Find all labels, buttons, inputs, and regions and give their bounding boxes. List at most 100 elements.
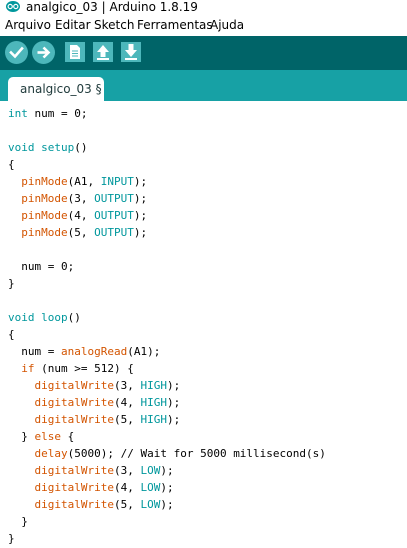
code-line: { [8,326,15,343]
code-token: HIGH [140,379,167,392]
checkmark-icon [9,46,24,59]
code-token: analogRead [60,345,128,358]
code-token: { [8,158,15,171]
code-line: int num = 0; [8,105,87,122]
code-token: (3, [113,464,141,477]
open-button[interactable] [93,42,113,62]
code-token: ); [166,379,181,392]
code-token: (num >= 512) { [34,362,134,375]
code-token: () [74,141,88,154]
code-line: digitalWrite(4, LOW); [8,479,174,496]
code-token: LOW [140,481,161,494]
code-token: (5, [113,413,141,426]
code-token: digitalWrite [34,379,114,392]
code-line: delay(5000); // Wait for 5000 millisecon… [8,445,326,462]
code-line: void setup() [8,139,88,156]
title-bar: analgico_03 | Arduino 1.8.19 [0,0,407,16]
new-button[interactable] [65,42,85,62]
code-token: (4, [113,396,141,409]
tab-label: analgico_03 § [20,82,102,96]
code-token: ); [133,226,148,239]
code-token: (5000); // Wait for 5000 millisecond(s) [67,447,326,460]
code-token: (5, [113,498,141,511]
arduino-logo-icon [6,1,20,12]
code-token: void [8,141,35,154]
code-token: digitalWrite [34,481,114,494]
code-token: loop [41,311,68,324]
code-token: ); [133,209,148,222]
menu-sketch[interactable]: Sketch [94,17,134,33]
code-token: (4, [67,209,95,222]
code-token: digitalWrite [34,413,114,426]
verify-button[interactable] [5,41,28,64]
code-token: else [34,430,62,443]
code-token: ); [166,413,181,426]
code-token: () [67,311,81,324]
code-token: pinMode [21,175,68,188]
code-token: (4, [113,481,141,494]
code-token: int [8,107,28,120]
down-arrow-icon [125,44,137,60]
code-token: } [8,532,15,545]
tab-analgico-03[interactable]: analgico_03 § [8,77,104,101]
code-token: setup [41,141,75,154]
toolbar [0,36,407,70]
code-line: } [8,275,15,292]
code-token: num = 0; [8,260,75,273]
code-token: (3, [67,192,95,205]
right-arrow-icon [37,46,51,59]
code-line: digitalWrite(3, LOW); [8,462,174,479]
code-token: ); [133,192,148,205]
code-token: num = 0; [27,107,88,120]
upload-button[interactable] [32,41,55,64]
code-token: (3, [113,379,141,392]
code-token: delay [34,447,68,460]
menu-ferramentas[interactable]: Ferramentas [137,17,213,33]
code-line: } else { [8,428,74,445]
menu-ajuda[interactable]: Ajuda [210,17,244,33]
code-token: ); [160,481,174,494]
code-line: pinMode(3, OUTPUT); [8,190,147,207]
code-token: { [8,328,15,341]
code-token: void [8,311,35,324]
save-button[interactable] [121,42,141,62]
code-token: ); [160,464,174,477]
window-title: analgico_03 | Arduino 1.8.19 [26,0,198,14]
code-token: ); [160,498,174,511]
code-line: void loop() [8,309,81,326]
code-token: } [8,277,15,290]
code-line: pinMode(5, OUTPUT); [8,224,147,241]
code-line: digitalWrite(5, HIGH); [8,411,181,428]
code-editor[interactable]: int num = 0; void setup(){ pinMode(A1, IN… [0,101,407,548]
code-token: OUTPUT [94,226,134,239]
code-token: } [8,515,28,528]
code-token: ); [166,396,181,409]
code-token: if [21,362,35,375]
code-token: OUTPUT [94,209,134,222]
code-token: OUTPUT [94,192,134,205]
menu-arquivo[interactable]: Arquivo [5,17,51,33]
code-line: num = 0; [8,258,74,275]
code-token: ); [133,175,148,188]
code-line: pinMode(4, OUTPUT); [8,207,147,224]
code-line: num = analogRead(A1); [8,343,160,360]
editor-scroll-area[interactable] [399,101,407,548]
code-token: digitalWrite [34,396,114,409]
menu-editar[interactable]: Editar [55,17,91,33]
code-line: pinMode(A1, INPUT); [8,173,147,190]
code-token: LOW [140,498,161,511]
code-token: digitalWrite [34,464,114,477]
code-line: digitalWrite(5, LOW); [8,496,174,513]
